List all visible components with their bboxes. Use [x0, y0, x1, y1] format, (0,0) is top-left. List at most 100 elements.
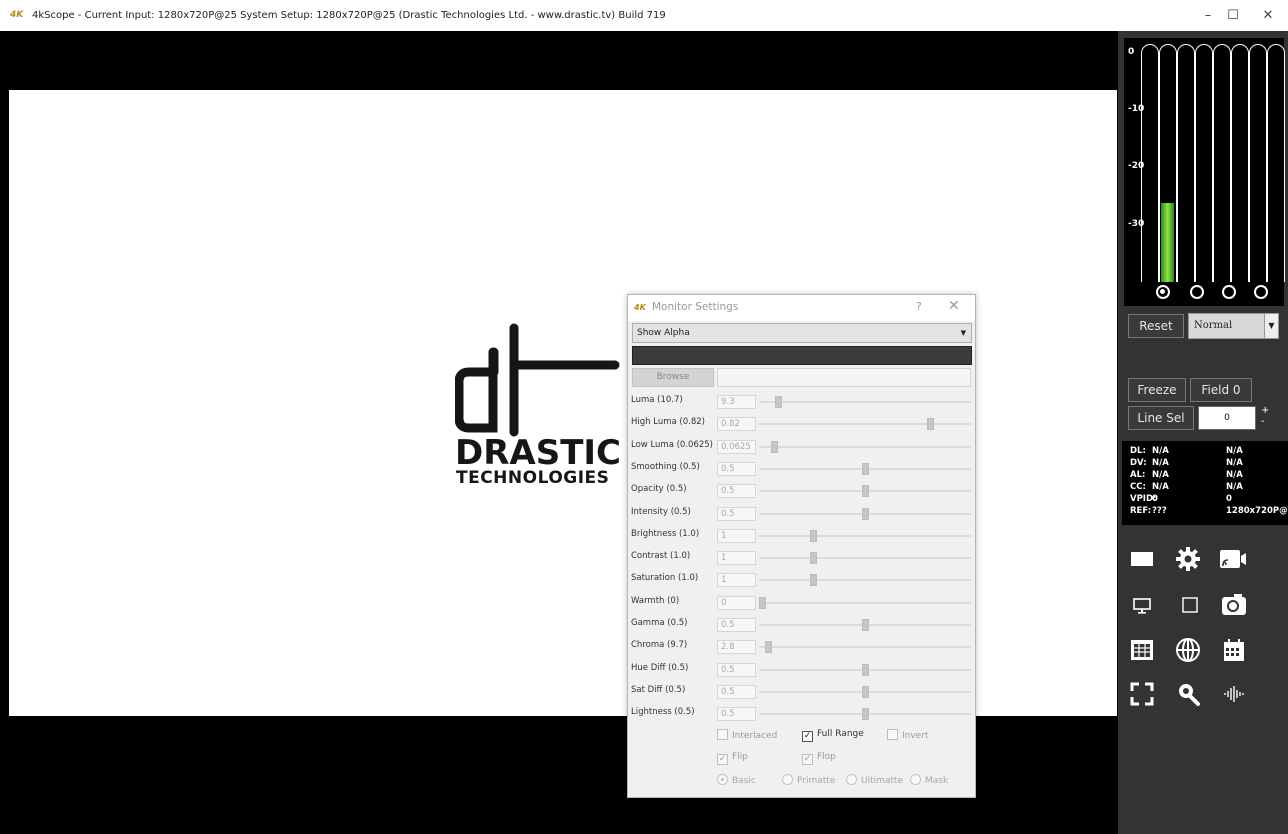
meter-channel — [1159, 44, 1177, 282]
line-select-input[interactable]: 0 — [1198, 406, 1256, 430]
meter-channel-radio[interactable] — [1156, 285, 1170, 299]
slider-value-input[interactable]: 2.8 — [717, 640, 756, 655]
slider-thumb[interactable] — [775, 396, 783, 408]
invert-checkbox[interactable]: Invert — [887, 729, 928, 741]
logo-word-drastic: DRASTIC — [455, 433, 621, 473]
line-select-button[interactable]: Line Sel — [1128, 406, 1194, 430]
radio-primatte[interactable]: Primatte — [782, 774, 835, 786]
slider-value-input[interactable]: 0 — [717, 595, 756, 610]
display-mode-select[interactable]: Show Alpha ▼ — [632, 323, 972, 343]
help-button[interactable]: ? — [916, 300, 922, 313]
monitor-window-icon[interactable] — [1128, 545, 1156, 573]
globe-icon[interactable] — [1174, 636, 1202, 664]
info-v2: N/A — [1226, 446, 1243, 456]
calendar-icon[interactable] — [1220, 636, 1248, 664]
slider-track[interactable] — [759, 445, 971, 448]
slider-track[interactable] — [759, 557, 971, 560]
logo-word-technologies: TECHNOLOGIES — [456, 468, 610, 488]
meter-mode-select[interactable]: Normal ▼ — [1188, 313, 1279, 339]
slider-label: Warmth (0) — [631, 595, 680, 606]
slider-value-input[interactable]: 0.5 — [717, 707, 756, 722]
slider-value-input[interactable]: 0.82 — [717, 417, 756, 432]
slider-thumb[interactable] — [810, 529, 818, 542]
slider-thumb[interactable] — [771, 440, 779, 453]
slider-thumb[interactable] — [759, 596, 766, 609]
slider-track[interactable] — [759, 401, 971, 403]
slider-value-input[interactable]: 0.0625 — [717, 439, 756, 454]
line-increment-button[interactable]: + — [1261, 406, 1269, 416]
line-decrement-button[interactable]: - — [1261, 417, 1265, 427]
settings-gear-icon[interactable] — [1174, 545, 1202, 573]
slider-thumb[interactable] — [861, 708, 869, 721]
checkbox-box — [717, 729, 728, 740]
full-range-checkbox[interactable]: ✓ Full Range — [802, 729, 864, 742]
slider-value-input[interactable]: 0.5 — [717, 484, 756, 499]
slider-track[interactable] — [759, 423, 971, 426]
slider-thumb[interactable] — [861, 663, 869, 676]
info-row: VPID: 0 0 — [1130, 494, 1288, 506]
meter-channel-radio[interactable] — [1222, 285, 1236, 299]
slider-value-input[interactable]: 0.5 — [717, 506, 756, 521]
radio-mask[interactable]: Mask — [910, 774, 948, 786]
slider-value-input[interactable]: 1 — [717, 528, 756, 543]
info-v2: 1280x720P@25 — [1226, 506, 1288, 516]
slider-row: Sat Diff (0.5) 0.5 — [628, 681, 975, 703]
slider-value-input[interactable]: 0.5 — [717, 618, 756, 632]
color-swatch-bar[interactable] — [632, 346, 972, 365]
slider-label: Smoothing (0.5) — [631, 461, 700, 472]
slider-track[interactable] — [759, 579, 971, 582]
minimize-button[interactable]: – — [1196, 6, 1220, 26]
reset-button[interactable]: Reset — [1128, 314, 1184, 338]
slider-thumb[interactable] — [861, 462, 869, 475]
dialog-logo-icon: 4K — [634, 303, 646, 312]
maximize-button[interactable]: ☐ — [1221, 6, 1245, 26]
audio-waveform-icon[interactable] — [1220, 680, 1248, 708]
slider-track[interactable] — [759, 646, 971, 649]
slider-label: Lightness (0.5) — [631, 707, 695, 718]
interlaced-checkbox[interactable]: Interlaced — [717, 729, 777, 741]
meter-channel-radio[interactable] — [1254, 285, 1268, 299]
slider-track[interactable] — [759, 534, 971, 537]
slider-thumb[interactable] — [810, 574, 818, 587]
slider-thumb[interactable] — [861, 507, 869, 520]
close-button[interactable]: ✕ — [1256, 6, 1280, 26]
checkmark-icon: ✓ — [717, 754, 728, 765]
interlaced-label: Interlaced — [732, 731, 778, 741]
slider-thumb[interactable] — [765, 641, 773, 654]
cast-camera-icon[interactable] — [1218, 545, 1246, 573]
display-icon[interactable] — [1128, 591, 1156, 619]
slider-label: Hue Diff (0.5) — [631, 662, 689, 673]
slider-value-input[interactable]: 1 — [717, 573, 756, 588]
browse-button[interactable]: Browse — [632, 368, 714, 387]
file-path-field[interactable] — [717, 368, 971, 387]
slider-value-input[interactable]: 0.5 — [717, 662, 756, 677]
flip-checkbox[interactable]: ✓ Flip — [717, 752, 748, 765]
slider-value-input[interactable]: 9.3 — [717, 395, 756, 409]
square-outline-icon[interactable] — [1176, 591, 1204, 619]
slider-thumb[interactable] — [861, 485, 869, 498]
invert-label: Invert — [902, 731, 929, 741]
fullscreen-icon[interactable] — [1128, 680, 1156, 708]
radio-basic[interactable]: Basic — [717, 774, 756, 786]
info-k: CC: — [1130, 482, 1146, 492]
slider-thumb[interactable] — [927, 418, 935, 431]
slider-track[interactable] — [759, 601, 971, 604]
flop-checkbox[interactable]: ✓ Flop — [802, 752, 836, 765]
slider-value-input[interactable]: 0.5 — [717, 684, 756, 699]
field-button[interactable]: Field 0 — [1190, 378, 1252, 402]
slider-thumb[interactable] — [861, 685, 869, 698]
search-icon[interactable] — [1174, 680, 1202, 708]
camera-icon[interactable] — [1220, 590, 1248, 618]
dialog-close-button[interactable]: ✕ — [948, 298, 960, 314]
freeze-button[interactable]: Freeze — [1128, 378, 1186, 402]
meter-channel-radio[interactable] — [1190, 285, 1204, 299]
radio-basic-label: Basic — [732, 776, 756, 786]
slider-label: Chroma (9.7) — [631, 640, 688, 651]
slider-value-input[interactable]: 0.5 — [717, 461, 756, 476]
table-icon[interactable] — [1128, 636, 1156, 664]
slider-value-input[interactable]: 1 — [717, 551, 756, 566]
slider-row: Low Luma (0.0625) 0.0625 — [628, 436, 975, 458]
radio-ultimatte[interactable]: Ultimatte — [846, 774, 903, 786]
slider-thumb[interactable] — [810, 552, 818, 565]
slider-thumb[interactable] — [861, 619, 869, 631]
